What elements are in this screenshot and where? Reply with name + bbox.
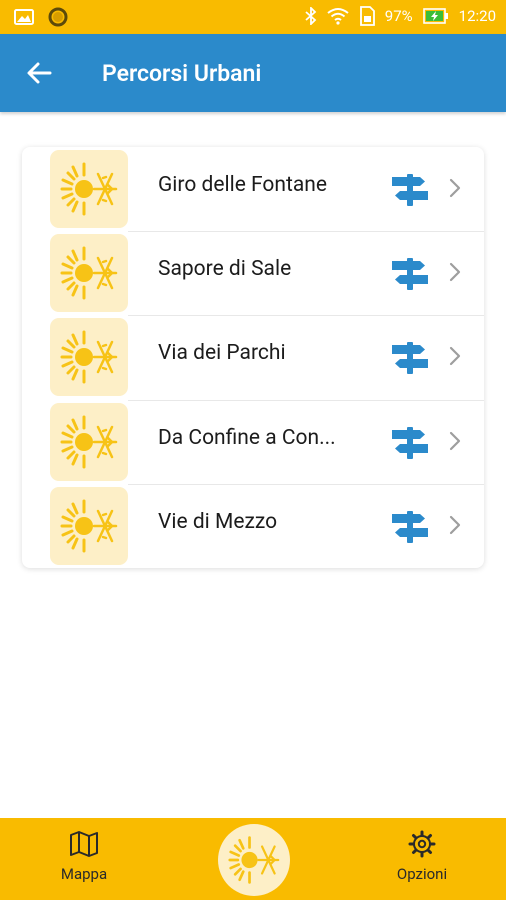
tab-map-label: Mappa xyxy=(60,865,108,883)
signpost-icon xyxy=(392,426,428,459)
route-thumbnail xyxy=(50,318,128,397)
status-bar: 97% 12:20 xyxy=(0,0,506,34)
sun-snowflake-logo-icon xyxy=(60,415,118,469)
sun-snowflake-logo-icon xyxy=(60,499,118,553)
home-logo-button[interactable] xyxy=(218,824,290,896)
route-item[interactable]: Via dei Parchi xyxy=(22,315,484,399)
chevron-right-icon xyxy=(449,178,461,198)
image-notification-icon xyxy=(14,9,34,25)
route-thumbnail xyxy=(50,402,128,481)
gear-icon xyxy=(408,830,436,858)
battery-percent: 97% xyxy=(384,7,413,25)
route-label: Via dei Parchi xyxy=(158,341,286,366)
signpost-icon xyxy=(392,258,428,291)
chevron-right-icon xyxy=(449,263,461,282)
clock: 12:20 xyxy=(458,7,496,25)
route-thumbnail xyxy=(50,486,128,565)
map-icon xyxy=(70,831,98,857)
wifi-icon xyxy=(327,8,349,25)
bluetooth-icon xyxy=(305,7,317,25)
route-label: Da Confine a Con... xyxy=(158,425,336,450)
app-bar: Percorsi Urbani xyxy=(0,34,506,112)
routes-list: Giro delle Fontane Sapore di Sale Via de… xyxy=(22,147,484,568)
route-item[interactable]: Vie di Mezzo xyxy=(22,483,484,568)
chevron-right-icon xyxy=(449,431,461,450)
route-item[interactable]: Da Confine a Con... xyxy=(22,399,484,484)
back-button[interactable] xyxy=(22,56,56,90)
route-label: Sapore di Sale xyxy=(158,257,292,282)
route-thumbnail xyxy=(50,234,128,313)
tab-options[interactable]: Opzioni xyxy=(372,830,472,883)
signpost-icon xyxy=(392,174,428,206)
battery-charging-icon xyxy=(422,8,448,24)
sun-snowflake-logo-icon xyxy=(60,246,118,300)
tab-options-label: Opzioni xyxy=(396,865,448,883)
sun-snowflake-logo-icon xyxy=(228,836,280,884)
sun-snowflake-logo-icon xyxy=(60,330,118,384)
chevron-right-icon xyxy=(449,347,461,366)
tab-map[interactable]: Mappa xyxy=(34,830,134,883)
route-thumbnail xyxy=(50,150,128,228)
signpost-icon xyxy=(392,342,428,375)
record-notification-icon xyxy=(48,7,68,27)
route-label: Giro delle Fontane xyxy=(158,173,328,197)
route-item[interactable]: Sapore di Sale xyxy=(22,231,484,315)
route-item[interactable]: Giro delle Fontane xyxy=(22,147,484,231)
back-arrow-icon xyxy=(27,62,52,84)
route-label: Vie di Mezzo xyxy=(158,509,278,534)
sim-card-icon xyxy=(359,6,375,26)
sun-snowflake-logo-icon xyxy=(60,162,118,216)
signpost-icon xyxy=(392,510,428,543)
page-title: Percorsi Urbani xyxy=(102,59,262,87)
chevron-right-icon xyxy=(449,515,461,534)
